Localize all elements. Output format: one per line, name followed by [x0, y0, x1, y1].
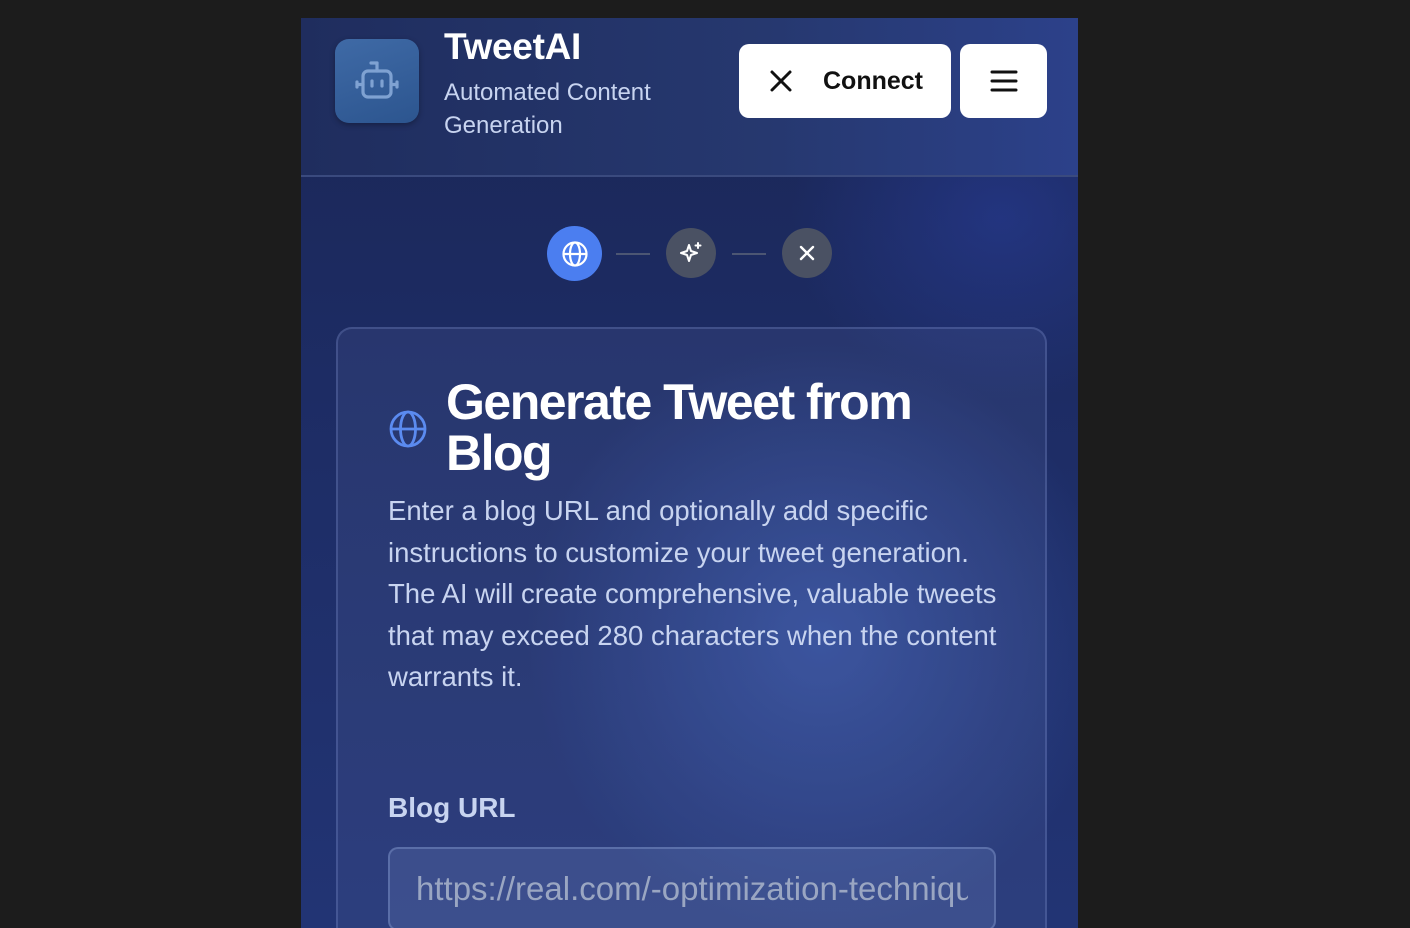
connect-button[interactable]: Connect [739, 44, 951, 118]
app-viewport: TweetAI Automated Content Generation Con… [301, 18, 1078, 928]
step-connector [616, 253, 650, 255]
app-subtitle: Automated Content Generation [444, 79, 651, 139]
card-title: Generate Tweet from Blog [446, 374, 913, 481]
close-icon [799, 245, 815, 261]
step-globe[interactable] [547, 226, 602, 281]
progress-stepper [301, 226, 1078, 282]
globe-icon [389, 410, 427, 448]
generate-tweet-card: Generate Tweet from Blog Enter a blog UR… [336, 327, 1047, 928]
step-sparkles[interactable] [666, 228, 716, 278]
connect-button-label: Connect [823, 66, 923, 95]
close-icon [770, 70, 792, 92]
sparkles-icon [680, 242, 702, 262]
app-title: TweetAI [444, 26, 582, 67]
menu-button[interactable] [960, 44, 1047, 118]
blog-url-label: Blog URL [388, 792, 516, 823]
blog-url-input[interactable] [388, 847, 996, 928]
card-description: Enter a blog URL and optionally add spec… [388, 495, 997, 692]
globe-icon [561, 240, 588, 267]
robot-icon [355, 61, 399, 99]
hamburger-menu-icon [990, 70, 1017, 92]
step-close[interactable] [782, 228, 832, 278]
app-header: TweetAI Automated Content Generation Con… [301, 18, 1078, 177]
step-connector [732, 253, 766, 255]
app-logo [335, 39, 419, 123]
